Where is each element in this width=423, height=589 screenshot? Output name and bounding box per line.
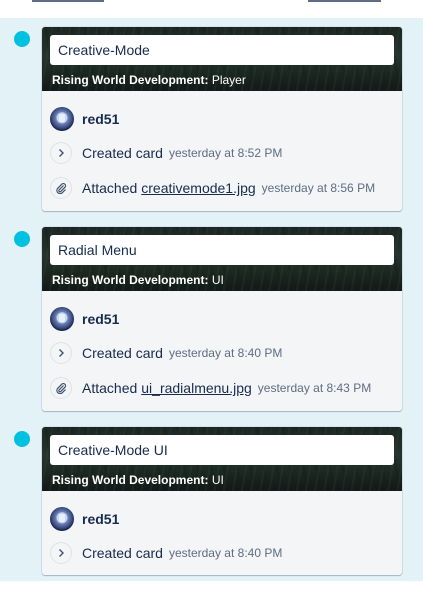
- timestamp[interactable]: yesterday at 8:52 PM: [169, 146, 282, 160]
- top-strip: [0, 0, 423, 18]
- card-title[interactable]: Radial Menu: [50, 235, 394, 265]
- activity-created: Created card yesterday at 8:40 PM: [50, 341, 282, 365]
- bottom-strip: [0, 581, 423, 589]
- activity-attached: Attached creativemode1.jpg yesterday at …: [50, 176, 375, 200]
- avatar[interactable]: [50, 507, 74, 531]
- member-row: red51: [50, 107, 119, 131]
- board-name: Rising World Development:: [52, 473, 209, 487]
- activity-attached: Attached ui_radialmenu.jpg yesterday at …: [50, 376, 371, 400]
- board-info[interactable]: Rising World Development: Player: [52, 73, 246, 87]
- username[interactable]: red51: [82, 111, 119, 127]
- activity-text: Created card: [82, 345, 163, 361]
- attachment-link[interactable]: creativemode1.jpg: [141, 180, 255, 196]
- timeline-dot: [14, 231, 30, 247]
- card-cover[interactable]: Radial Menu Rising World Development: UI: [42, 227, 402, 291]
- top-link-right[interactable]: [308, 0, 381, 2]
- activity-text: Created card: [82, 145, 163, 161]
- paperclip-icon: [50, 177, 72, 199]
- board-info[interactable]: Rising World Development: UI: [52, 273, 224, 287]
- activity-created: Created card yesterday at 8:40 PM: [50, 541, 282, 565]
- username[interactable]: red51: [82, 311, 119, 327]
- chevron-right-icon: [50, 542, 72, 564]
- card-cover[interactable]: Creative-Mode UI Rising World Developmen…: [42, 427, 402, 491]
- board-name: Rising World Development:: [52, 273, 209, 287]
- card-title[interactable]: Creative-Mode UI: [50, 435, 394, 465]
- member-row: red51: [50, 307, 119, 331]
- timeline-dot: [14, 31, 30, 47]
- top-link-left[interactable]: [32, 0, 104, 2]
- avatar[interactable]: [50, 107, 74, 131]
- timestamp[interactable]: yesterday at 8:40 PM: [169, 546, 282, 560]
- activity-card: Creative-Mode UI Rising World Developmen…: [42, 427, 402, 575]
- list-name: UI: [211, 273, 224, 287]
- member-row: red51: [50, 507, 119, 531]
- activity-text: Created card: [82, 545, 163, 561]
- chevron-right-icon: [50, 142, 72, 164]
- username[interactable]: red51: [82, 511, 119, 527]
- activity-text: Attached: [82, 380, 138, 396]
- board-info[interactable]: Rising World Development: UI: [52, 473, 224, 487]
- activity-card: Creative-Mode Rising World Development: …: [42, 27, 402, 211]
- timestamp[interactable]: yesterday at 8:56 PM: [262, 181, 375, 195]
- activity-created: Created card yesterday at 8:52 PM: [50, 141, 282, 165]
- board-name: Rising World Development:: [52, 73, 209, 87]
- activity-text: Attached: [82, 180, 138, 196]
- paperclip-icon: [50, 377, 72, 399]
- timestamp[interactable]: yesterday at 8:43 PM: [258, 381, 371, 395]
- chevron-right-icon: [50, 342, 72, 364]
- attachment-link[interactable]: ui_radialmenu.jpg: [141, 380, 252, 396]
- list-name: Player: [211, 73, 246, 87]
- timeline-dot: [14, 431, 30, 447]
- timestamp[interactable]: yesterday at 8:40 PM: [169, 346, 282, 360]
- card-title[interactable]: Creative-Mode: [50, 35, 394, 65]
- activity-card: Radial Menu Rising World Development: UI…: [42, 227, 402, 411]
- avatar[interactable]: [50, 307, 74, 331]
- list-name: UI: [211, 473, 224, 487]
- card-cover[interactable]: Creative-Mode Rising World Development: …: [42, 27, 402, 91]
